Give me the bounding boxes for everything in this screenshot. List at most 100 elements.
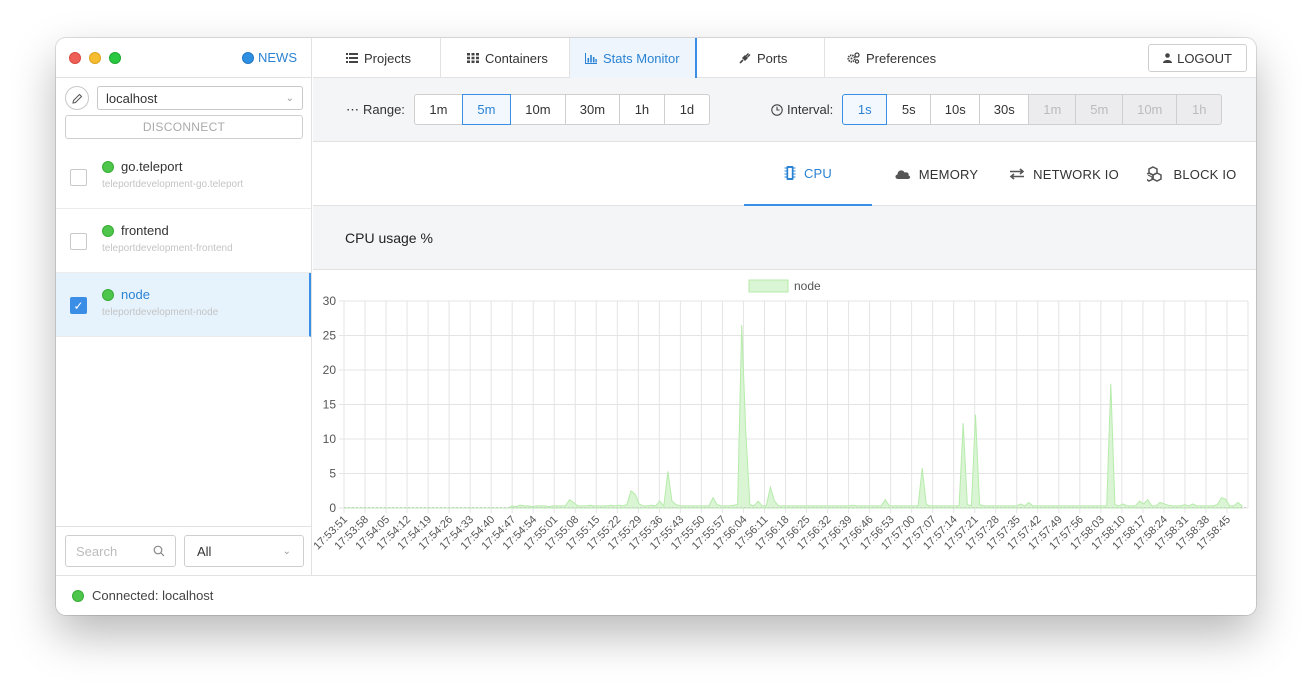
tab-ports[interactable]: Ports	[697, 38, 825, 78]
tab-memory-label: MEMORY	[918, 166, 979, 182]
search-placeholder: Search	[76, 543, 118, 559]
range-option-1h[interactable]: 1h	[618, 94, 665, 125]
tab-stats-monitor[interactable]: Stats Monitor	[570, 38, 697, 78]
cpu-icon	[784, 166, 796, 180]
container-checkbox-checked[interactable]: ✓	[70, 297, 87, 314]
cpu-chart-svg: 051015202530 17:53:5117:53:5817:54:0517:…	[311, 279, 1249, 552]
y-tick-label: 15	[323, 398, 337, 412]
range-option-1d[interactable]: 1d	[663, 94, 710, 125]
pencil-icon	[71, 93, 82, 104]
container-full-name: teleportdevelopment-node	[102, 307, 219, 318]
chart-header: CPU usage %	[313, 206, 1256, 270]
tab-preferences[interactable]: Preferences	[825, 38, 955, 78]
range-label-group: ⋯ Range:	[346, 102, 405, 118]
edit-host-button[interactable]	[65, 86, 89, 110]
interval-option-10s[interactable]: 10s	[930, 94, 981, 125]
range-option-1m[interactable]: 1m	[413, 94, 463, 125]
grid-icon	[467, 53, 479, 63]
interval-option-5s[interactable]: 5s	[886, 94, 932, 125]
top-nav: Projects Containers Stats Monitor Ports …	[313, 38, 1256, 78]
gears-icon	[847, 52, 860, 64]
interval-option-10m: 10m	[1122, 94, 1178, 125]
exchange-icon	[1009, 168, 1025, 180]
clock-icon	[771, 103, 783, 116]
sidebar-filter-bar: Search All ⌄	[56, 526, 312, 575]
host-select-value: localhost	[106, 90, 158, 106]
y-tick-label: 25	[323, 329, 337, 343]
container-name-row: frontend	[102, 223, 311, 238]
container-name-row: node	[102, 287, 309, 302]
tab-stats-monitor-label: Stats Monitor	[603, 50, 680, 66]
tab-cpu[interactable]: CPU	[744, 142, 872, 206]
status-dot-icon	[102, 160, 114, 173]
tab-containers[interactable]: Containers	[441, 38, 570, 78]
tab-cpu-label: CPU	[803, 165, 833, 181]
cpu-chart: 0 5 10 15 20 25 30 17:53:51 17:53:58 17:54:05 17:…	[311, 270, 1256, 574]
host-row: localhost ⌄	[56, 78, 311, 110]
tab-memory[interactable]: MEMORY	[872, 142, 1000, 206]
range-option-30m[interactable]: 30m	[564, 94, 620, 125]
interval-option-1m: 1m	[1028, 94, 1077, 125]
status-filter-select[interactable]: All ⌄	[184, 535, 304, 567]
interval-option-1s[interactable]: 1s	[842, 94, 888, 125]
news-link[interactable]: NEWS	[242, 50, 297, 65]
container-checkbox[interactable]	[70, 169, 87, 186]
news-label: NEWS	[258, 50, 297, 65]
zoom-window-button[interactable]	[109, 51, 121, 64]
plug-icon	[739, 53, 751, 64]
logout-label: LOGOUT	[1177, 50, 1232, 66]
series-area-node	[344, 325, 1243, 509]
disconnect-button[interactable]: DISCONNECT	[65, 115, 303, 139]
tab-projects[interactable]: Projects	[313, 38, 441, 78]
chart-title: CPU usage %	[345, 229, 433, 246]
interval-option-30s[interactable]: 30s	[979, 94, 1030, 125]
titlebar: NEWS	[56, 38, 311, 78]
tab-preferences-label: Preferences	[866, 50, 937, 66]
container-name: node	[121, 287, 150, 302]
logout-button[interactable]: LOGOUT	[1148, 44, 1247, 72]
container-item-frontend[interactable]: frontend teleportdevelopment-frontend	[56, 209, 311, 273]
tab-block-io-label: BLOCK IO	[1173, 166, 1237, 182]
interval-group: Interval: 1s 5s 10s 30s 1m 5m 10m 1h	[771, 94, 1223, 125]
filter-value: All	[197, 543, 212, 559]
status-dot-icon	[102, 224, 114, 237]
range-toolbar: ⋯ Range: 1m 5m 10m 30m 1h 1d Interval: 1…	[313, 78, 1256, 142]
range-option-10m[interactable]: 10m	[509, 94, 566, 125]
status-bar: Connected: localhost	[56, 575, 1256, 615]
container-full-name: teleportdevelopment-frontend	[102, 243, 233, 254]
app-window: NEWS localhost ⌄ DISCONNECT go.teleport	[56, 38, 1256, 615]
range-button-group: 1m 5m 10m 30m 1h 1d	[413, 94, 710, 125]
cloud-icon	[895, 170, 910, 179]
y-tick-label: 5	[329, 467, 336, 481]
interval-button-group: 1s 5s 10s 30s 1m 5m 10m 1h	[842, 94, 1223, 125]
connected-status-icon	[72, 589, 84, 602]
close-window-button[interactable]	[69, 51, 81, 64]
y-tick-label: 10	[323, 432, 337, 446]
tab-network-io-label: NETWORK IO	[1033, 166, 1119, 182]
main-panel: Projects Containers Stats Monitor Ports …	[311, 38, 1256, 575]
search-input[interactable]: Search	[65, 535, 176, 567]
tab-projects-label: Projects	[364, 50, 411, 66]
y-tick-label: 20	[323, 363, 337, 377]
news-icon	[242, 51, 254, 64]
interval-label: Interval:	[787, 102, 834, 117]
container-name: go.teleport	[121, 159, 183, 174]
chevron-down-icon: ⌄	[285, 92, 294, 104]
tab-block-io[interactable]: BLOCK IO	[1128, 142, 1256, 206]
metric-tabs: CPU MEMORY NETWORK IO BLOCK IO	[313, 142, 1256, 206]
tab-network-io[interactable]: NETWORK IO	[1000, 142, 1128, 206]
host-select[interactable]: localhost ⌄	[97, 86, 303, 110]
container-name: frontend	[121, 223, 169, 238]
minimize-window-button[interactable]	[89, 51, 101, 64]
search-icon	[153, 545, 165, 557]
container-item-go-teleport[interactable]: go.teleport teleportdevelopment-go.telep…	[56, 145, 311, 209]
container-item-node[interactable]: ✓ node teleportdevelopment-node	[56, 273, 311, 337]
container-checkbox[interactable]	[70, 233, 87, 250]
user-icon	[1163, 53, 1173, 63]
range-option-5m[interactable]: 5m	[461, 94, 511, 125]
chevron-down-icon: ⌄	[282, 545, 291, 557]
interval-option-5m: 5m	[1075, 94, 1124, 125]
legend-swatch	[748, 279, 789, 293]
ellipsis-icon: ⋯	[346, 101, 359, 117]
bar-chart-icon	[585, 52, 597, 64]
